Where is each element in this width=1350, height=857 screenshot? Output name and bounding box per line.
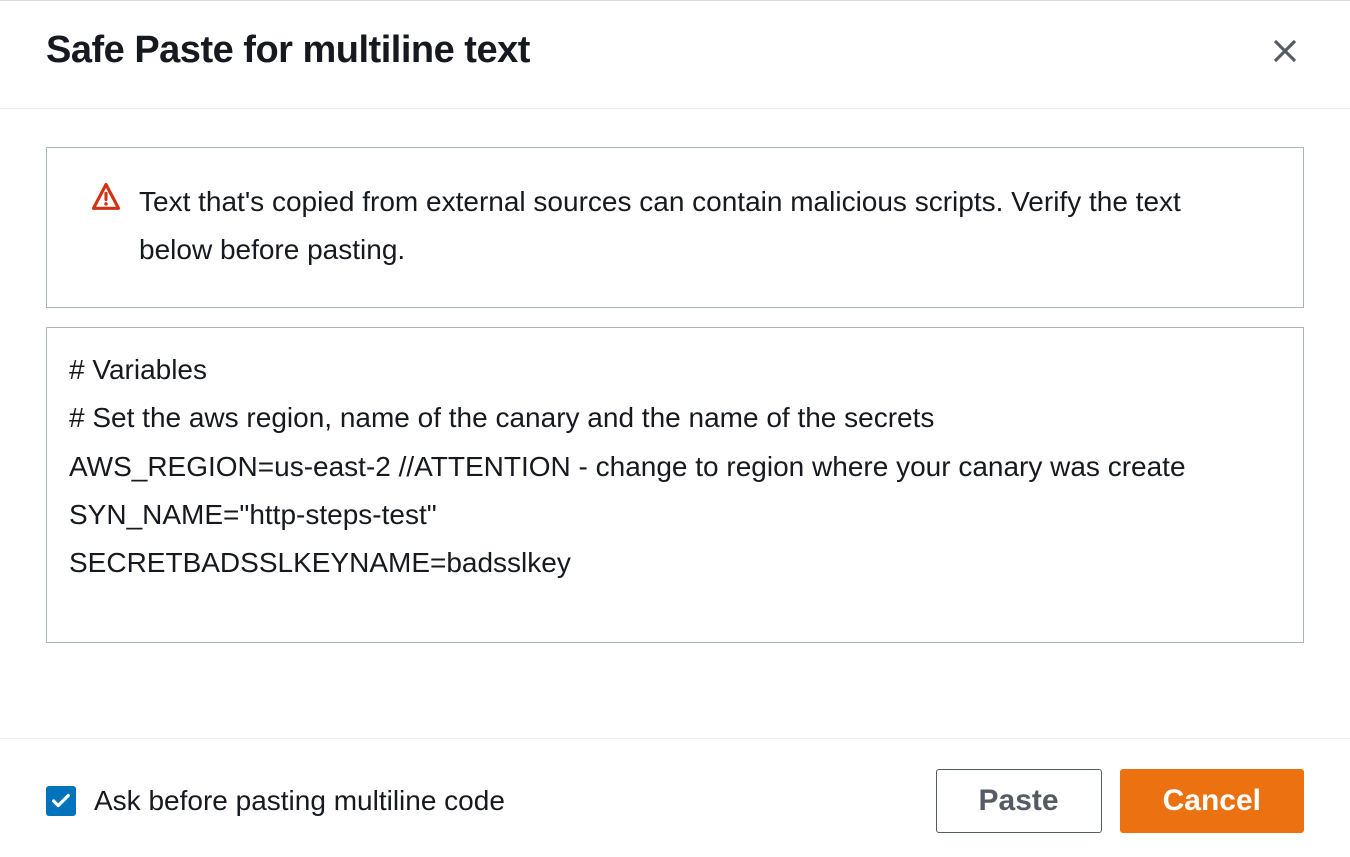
button-group: Paste Cancel: [936, 769, 1304, 833]
cancel-button[interactable]: Cancel: [1120, 769, 1304, 833]
close-button[interactable]: [1266, 32, 1304, 70]
safe-paste-modal: Safe Paste for multiline text Text that'…: [0, 0, 1350, 857]
ask-before-pasting-checkbox-container[interactable]: Ask before pasting multiline code: [46, 785, 505, 817]
warning-alert: Text that's copied from external sources…: [46, 147, 1304, 308]
modal-body: Text that's copied from external sources…: [0, 109, 1350, 696]
paste-textarea-container: [46, 327, 1304, 643]
modal-header: Safe Paste for multiline text: [0, 1, 1350, 109]
warning-icon: [91, 182, 121, 212]
close-icon: [1270, 36, 1300, 66]
paste-textarea[interactable]: [47, 328, 1303, 642]
modal-title: Safe Paste for multiline text: [46, 29, 530, 72]
checkmark-icon: [50, 790, 72, 812]
warning-text: Text that's copied from external sources…: [139, 178, 1259, 273]
checkbox-label[interactable]: Ask before pasting multiline code: [94, 785, 505, 817]
ask-before-pasting-checkbox[interactable]: [46, 786, 76, 816]
paste-button[interactable]: Paste: [936, 769, 1102, 833]
modal-footer: Ask before pasting multiline code Paste …: [0, 738, 1350, 857]
